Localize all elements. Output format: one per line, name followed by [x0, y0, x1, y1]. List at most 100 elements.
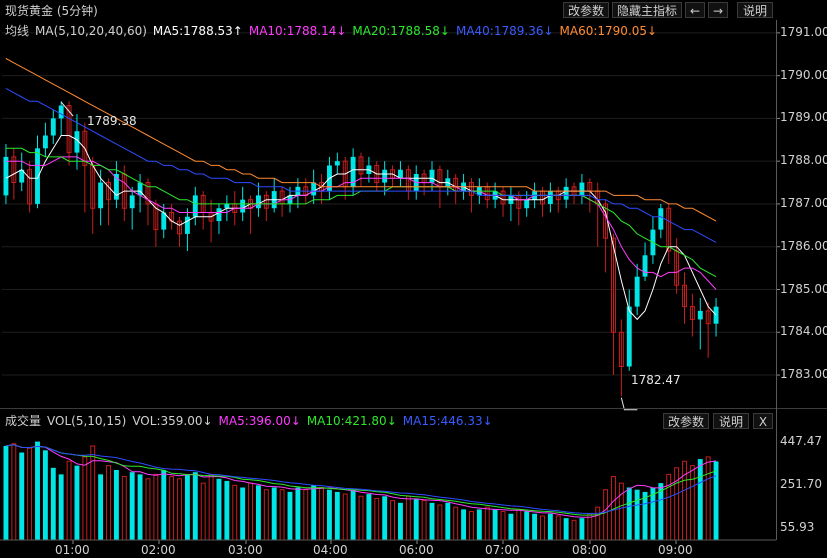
price-tick-label: 1785.00 — [780, 281, 827, 296]
volume-bar — [287, 491, 293, 540]
vol-close-button[interactable]: X — [753, 413, 773, 429]
volume-bar — [595, 506, 601, 541]
volume-bar — [334, 491, 340, 540]
time-tick-label: 09:00 — [658, 543, 693, 557]
volume-bar — [106, 465, 111, 541]
volume-bar — [626, 487, 632, 540]
legend-ma60: MA60:1790.05↓ — [559, 24, 658, 38]
vol-legend-ma10: MA10:421.80↓ — [306, 414, 397, 428]
volume-bar — [129, 472, 135, 540]
candle-body — [240, 199, 246, 213]
volume-bar — [295, 487, 301, 540]
candle-body — [547, 191, 553, 204]
volume-ma-line-10 — [5, 444, 717, 516]
time-tick-label: 04:00 — [313, 543, 348, 557]
volume-bar — [461, 509, 467, 540]
volume-bar — [382, 496, 388, 540]
volume-bar — [35, 441, 40, 540]
vol-legend-ma15: MA15:446.33↓ — [402, 414, 493, 428]
volume-bar — [571, 519, 577, 541]
volume-bar — [153, 473, 159, 541]
volume-bar — [279, 489, 285, 541]
volume-bar — [121, 476, 127, 541]
price-tick-label: 1791.00 — [780, 24, 827, 39]
candle-body — [563, 186, 569, 200]
vol-legend-name: VOL(5,10,15) — [47, 414, 127, 428]
volume-bar — [74, 465, 80, 540]
volume-tick-label: 251.70 — [780, 476, 822, 491]
vol-help-button[interactable]: 说明 — [713, 413, 749, 429]
candle-body — [697, 310, 703, 320]
volume-bar — [682, 460, 687, 541]
volume-bar — [232, 484, 238, 541]
volume-bar — [492, 509, 498, 540]
time-tick-label: 06:00 — [399, 543, 434, 557]
volume-bar — [445, 502, 451, 540]
volume-bar — [366, 494, 372, 540]
vol-params-button[interactable]: 改参数 — [663, 413, 709, 429]
low-annotation: 1782.47 — [631, 373, 681, 387]
time-tick-label: 08:00 — [572, 543, 607, 557]
price-tick-label: 1786.00 — [780, 238, 827, 253]
candle-body — [334, 161, 340, 166]
volume-bar — [82, 456, 88, 541]
volume-tick-label: 55.93 — [780, 519, 815, 534]
price-tick-label: 1788.00 — [780, 153, 827, 168]
volume-bar — [674, 467, 680, 541]
volume-legend: 成交量 VOL(5,10,15) VOL:359.00↓ MA5:396.00↓ MA1… — [5, 412, 499, 429]
candle-body — [42, 135, 48, 149]
volume-bar — [413, 498, 419, 540]
volume-bar — [642, 491, 648, 540]
time-tick-label: 01:00 — [55, 543, 90, 557]
chart-canvas[interactable] — [0, 0, 827, 558]
time-tick-label: 02:00 — [141, 543, 176, 557]
volume-bar — [216, 478, 222, 540]
candle-body — [255, 195, 261, 209]
volume-bar — [532, 513, 538, 540]
candle-body — [98, 182, 104, 209]
volume-bar — [705, 456, 711, 541]
volume-bar — [524, 511, 530, 540]
vol-legend-vol: VOL:359.00↓ — [132, 414, 213, 428]
volume-bar — [405, 495, 411, 541]
volume-bar — [603, 489, 609, 541]
volume-bar — [90, 445, 96, 541]
volume-bar — [66, 460, 72, 541]
volume-bar — [145, 478, 151, 541]
time-tick-label: 07:00 — [485, 543, 520, 557]
volume-bar — [484, 506, 490, 541]
volume-ma-line-15 — [5, 444, 717, 515]
candle-body — [216, 208, 222, 222]
legend-ma10: MA10:1788.14↓ — [248, 24, 347, 38]
time-tick-label: 03:00 — [228, 543, 263, 557]
volume-bar — [161, 470, 167, 540]
volume-bar — [319, 487, 324, 541]
candle-body — [224, 203, 230, 209]
vol-legend-label: 成交量 — [5, 414, 42, 428]
candle-body — [658, 208, 664, 230]
vol-legend-ma5: MA5:396.00↓ — [218, 414, 301, 428]
volume-bar — [169, 476, 175, 541]
legend-label: 均线 — [5, 24, 30, 38]
volume-bar — [200, 482, 206, 541]
candle-body — [50, 118, 56, 136]
volume-bar — [547, 513, 553, 540]
legend-ma40: MA40:1789.36↓ — [455, 24, 554, 38]
volume-bar — [350, 489, 356, 540]
volume-bar — [3, 445, 9, 540]
candle-body — [429, 169, 435, 183]
y-axis-line — [776, 20, 777, 540]
legend-ma5: MA5:1788.53↑ — [152, 24, 243, 38]
price-tick-label: 1784.00 — [780, 324, 827, 339]
volume-bar — [224, 480, 230, 540]
volume-bar — [11, 443, 17, 541]
volume-bar — [113, 470, 119, 540]
volume-bar — [184, 474, 190, 540]
volume-bar — [398, 502, 403, 540]
high-annotation: 1789.38 — [87, 114, 137, 128]
volume-bar — [579, 518, 585, 540]
candle-body — [579, 182, 585, 196]
candle-body — [634, 276, 640, 307]
volume-bar — [516, 508, 522, 541]
price-tick-label: 1787.00 — [780, 195, 827, 210]
